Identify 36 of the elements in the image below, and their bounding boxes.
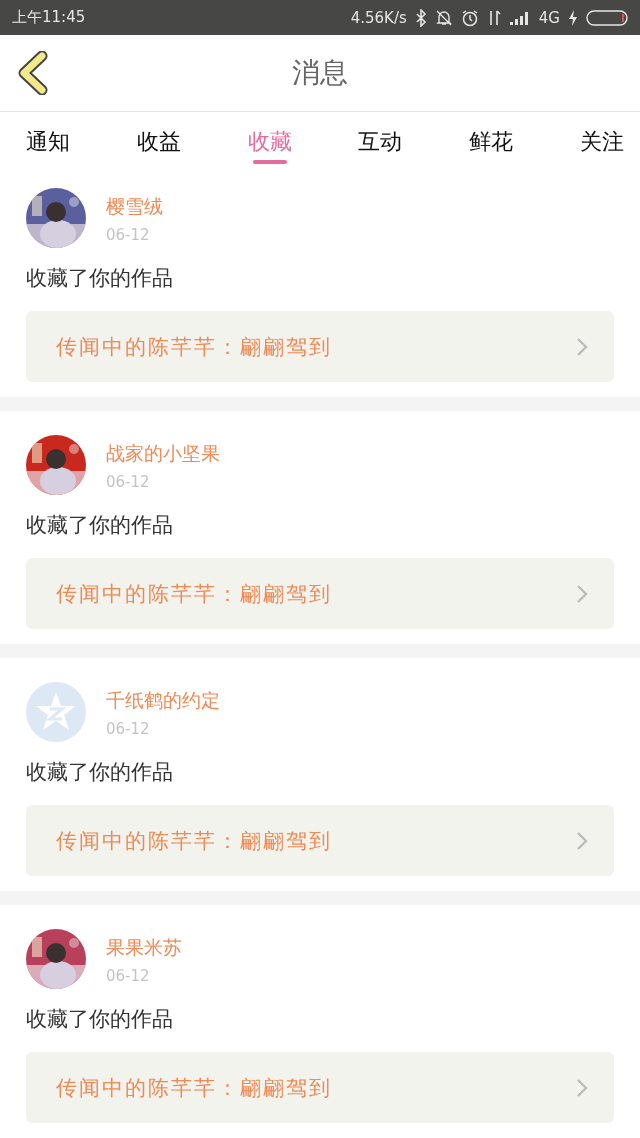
chevron-right-icon: [576, 1077, 588, 1098]
message-text: 收藏了你的作品: [26, 759, 174, 786]
status-time: 上午11:45: [12, 8, 86, 27]
work-link[interactable]: 传闻中的陈芊芊：翩翩驾到: [26, 1052, 614, 1123]
work-link[interactable]: 传闻中的陈芊芊：翩翩驾到: [26, 311, 614, 382]
muted-bell-icon: [434, 8, 453, 27]
tab[interactable]: 收藏: [245, 112, 294, 164]
battery-icon: [586, 9, 628, 26]
user-name[interactable]: 樱雪绒: [106, 194, 163, 220]
tab[interactable]: 鲜花: [467, 112, 516, 164]
message-date: 06-12: [106, 967, 151, 985]
user-name[interactable]: 千纸鹤的约定: [106, 688, 220, 714]
tab[interactable]: 关注: [578, 112, 626, 164]
tab[interactable]: 收益: [134, 112, 183, 164]
alarm-icon: [460, 8, 479, 27]
message-date: 06-12: [106, 720, 151, 738]
page-title: 消息: [292, 55, 348, 91]
message-text: 收藏了你的作品: [26, 265, 174, 292]
tab[interactable]: 互动: [356, 112, 405, 164]
bluetooth-icon: [414, 8, 427, 27]
message-date: 06-12: [106, 473, 151, 491]
network-speed: 4.56K/s: [350, 8, 407, 27]
chevron-right-icon: [576, 830, 588, 851]
user-name[interactable]: 果果米苏: [106, 935, 182, 961]
tab[interactable]: 通知: [24, 112, 72, 164]
signal-icon: [508, 9, 531, 26]
work-link[interactable]: 传闻中的陈芊芊：翩翩驾到: [26, 805, 614, 876]
charging-icon: [568, 8, 578, 27]
chevron-right-icon: [576, 336, 588, 357]
message-text: 收藏了你的作品: [26, 512, 174, 539]
network-type: 4G: [538, 8, 560, 27]
work-link[interactable]: 传闻中的陈芊芊：翩翩驾到: [26, 558, 614, 629]
message-date: 06-12: [106, 226, 151, 244]
chevron-right-icon: [576, 583, 588, 604]
user-name[interactable]: 战家的小坚果: [106, 441, 220, 467]
message-text: 收藏了你的作品: [26, 1006, 174, 1033]
